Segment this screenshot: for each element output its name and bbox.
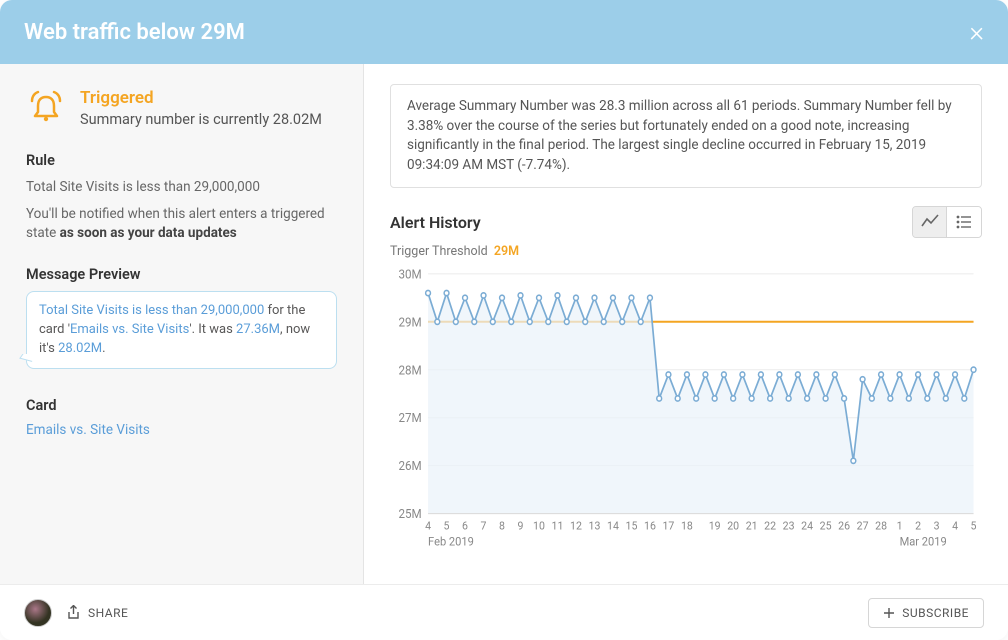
svg-text:20: 20 xyxy=(727,519,739,532)
modal-header: Web traffic below 29M × xyxy=(0,0,1008,64)
svg-text:Mar 2019: Mar 2019 xyxy=(900,534,947,549)
svg-text:23: 23 xyxy=(783,519,795,532)
svg-text:27: 27 xyxy=(857,519,869,532)
status-label: Triggered xyxy=(80,88,322,108)
share-icon xyxy=(66,605,81,620)
svg-text:28M: 28M xyxy=(399,363,422,378)
plus-icon xyxy=(883,607,895,619)
subscribe-button[interactable]: SUBSCRIBE xyxy=(868,598,984,628)
svg-text:15: 15 xyxy=(626,519,638,532)
svg-text:4: 4 xyxy=(952,519,958,532)
status-summary: Summary number is currently 28.02M xyxy=(80,110,322,130)
svg-text:11: 11 xyxy=(552,519,564,532)
svg-text:9: 9 xyxy=(518,519,524,532)
alarm-icon xyxy=(26,88,66,128)
svg-text:19: 19 xyxy=(709,519,721,532)
alert-modal: Web traffic below 29M × Triggered Summar… xyxy=(0,0,1008,640)
list-icon xyxy=(955,214,973,230)
svg-text:24: 24 xyxy=(801,519,813,532)
svg-text:7: 7 xyxy=(481,519,487,532)
modal-body: Triggered Summary number is currently 28… xyxy=(0,64,1008,584)
history-header-row: Alert History xyxy=(390,206,982,238)
svg-text:14: 14 xyxy=(607,519,619,532)
avatar[interactable] xyxy=(24,599,52,627)
svg-text:3: 3 xyxy=(934,519,940,532)
svg-text:Feb 2019: Feb 2019 xyxy=(428,534,474,549)
svg-text:5: 5 xyxy=(971,519,977,532)
sidebar: Triggered Summary number is currently 28… xyxy=(0,64,364,584)
modal-footer: SHARE SUBSCRIBE xyxy=(0,584,1008,640)
threshold-label: Trigger Threshold 29M xyxy=(390,244,982,259)
svg-text:5: 5 xyxy=(444,519,450,532)
status-section: Triggered Summary number is currently 28… xyxy=(26,88,337,130)
svg-text:17: 17 xyxy=(662,519,674,532)
svg-text:6: 6 xyxy=(462,519,468,532)
status-text: Triggered Summary number is currently 28… xyxy=(80,88,322,130)
list-view-button[interactable] xyxy=(947,207,981,237)
rule-note: You'll be notified when this alert enter… xyxy=(26,205,337,244)
svg-text:25M: 25M xyxy=(399,507,422,522)
svg-text:16: 16 xyxy=(644,519,656,532)
svg-text:12: 12 xyxy=(570,519,582,532)
main-panel: Average Summary Number was 28.3 million … xyxy=(364,64,1008,584)
svg-text:27M: 27M xyxy=(399,411,422,426)
modal-title: Web traffic below 29M xyxy=(24,20,245,45)
card-link[interactable]: Emails vs. Site Visits xyxy=(26,422,337,438)
svg-text:22: 22 xyxy=(764,519,776,532)
rule-label: Rule xyxy=(26,152,337,169)
svg-text:2: 2 xyxy=(915,519,921,532)
svg-text:30M: 30M xyxy=(399,267,422,282)
svg-text:21: 21 xyxy=(746,519,758,532)
chart: 25M26M27M28M29M30M4567891011121314151617… xyxy=(390,267,982,564)
close-icon[interactable]: × xyxy=(969,18,984,46)
svg-text:25: 25 xyxy=(820,519,832,532)
view-toggle xyxy=(912,206,982,238)
svg-text:4: 4 xyxy=(425,519,431,532)
svg-text:18: 18 xyxy=(681,519,693,532)
svg-text:29M: 29M xyxy=(399,315,422,330)
history-title: Alert History xyxy=(390,213,481,232)
card-label: Card xyxy=(26,397,337,414)
summary-box: Average Summary Number was 28.3 million … xyxy=(390,84,982,188)
svg-text:10: 10 xyxy=(533,519,545,532)
svg-text:8: 8 xyxy=(499,519,505,532)
preview-label: Message Preview xyxy=(26,266,337,283)
share-button[interactable]: SHARE xyxy=(66,605,128,620)
svg-text:1: 1 xyxy=(897,519,903,532)
rule-text: Total Site Visits is less than 29,000,00… xyxy=(26,177,337,197)
svg-text:26M: 26M xyxy=(399,459,422,474)
svg-text:13: 13 xyxy=(589,519,601,532)
chart-view-button[interactable] xyxy=(913,207,947,237)
message-bubble: Total Site Visits is less than 29,000,00… xyxy=(26,291,337,370)
svg-text:26: 26 xyxy=(838,519,850,532)
line-chart-icon xyxy=(921,214,939,230)
svg-text:28: 28 xyxy=(875,519,887,532)
